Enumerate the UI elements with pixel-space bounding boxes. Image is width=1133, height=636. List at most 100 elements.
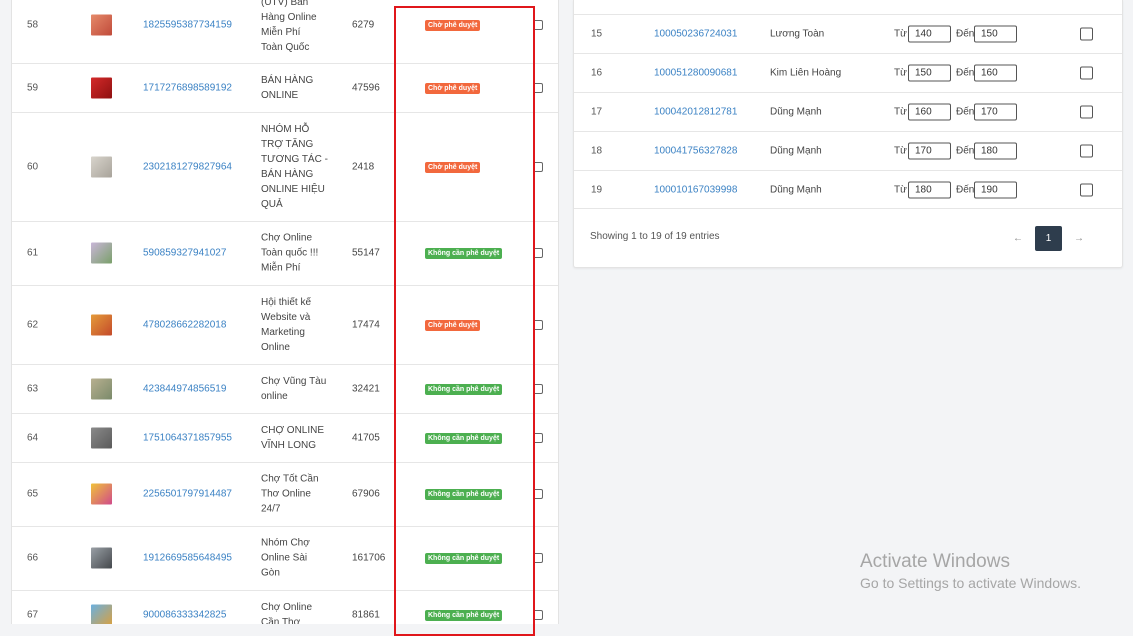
from-input[interactable] bbox=[908, 142, 951, 160]
table-row: 63 423844974856519 Chợ Vũng Tàu online 32421… bbox=[12, 364, 558, 414]
group-id-link[interactable]: 590859327941027 bbox=[143, 248, 226, 259]
table-footer: Showing 1 to 19 of 19 entries ← 1 → bbox=[574, 208, 1122, 267]
row-index: 62 bbox=[27, 319, 39, 330]
group-thumbnail bbox=[91, 314, 112, 335]
group-name-line: Toàn Quốc bbox=[261, 41, 310, 53]
status-cell: Không cần phê duyệt bbox=[425, 609, 503, 621]
group-name: NHÓM HỖ TRỢ TĂNG TƯƠNG TÁC - BÁN HÀNG ONLINE… bbox=[261, 122, 329, 212]
group-id-link[interactable]: 423844974856519 bbox=[143, 383, 226, 394]
group-id-link[interactable]: 478028662282018 bbox=[143, 319, 226, 330]
user-name: Kim Liên Hoàng bbox=[770, 67, 842, 79]
members-table-panel: 15 100050236724031 Lương Toàn Từ Đến 16 100051… bbox=[573, 0, 1123, 268]
row-index: 17 bbox=[591, 106, 603, 118]
status-badge: Chờ phê duyệt bbox=[425, 319, 481, 331]
row-checkbox[interactable] bbox=[533, 489, 543, 499]
row-checkbox[interactable] bbox=[533, 319, 543, 330]
row-checkbox[interactable] bbox=[1080, 27, 1093, 41]
watermark-title: Activate Windows bbox=[860, 551, 1010, 572]
user-id-link[interactable]: 100051280090681 bbox=[654, 68, 737, 79]
user-id-link[interactable]: 100050236724031 bbox=[654, 29, 737, 40]
pagination-page-button[interactable]: 1 bbox=[1035, 226, 1062, 251]
group-name-line: ONLINE bbox=[261, 89, 299, 101]
member-count: 67906 bbox=[352, 488, 380, 500]
to-label: Đến bbox=[956, 106, 975, 118]
from-input[interactable] bbox=[908, 181, 951, 199]
pagination-next-button[interactable]: → bbox=[1066, 233, 1092, 244]
table-row: 61 590859327941027 Chợ Online Toàn quốc !!!… bbox=[12, 221, 558, 286]
status-cell: Chờ phê duyệt bbox=[425, 319, 481, 331]
to-input[interactable] bbox=[974, 25, 1017, 43]
to-input[interactable] bbox=[974, 181, 1017, 199]
group-name-line: Cần Thơ bbox=[261, 616, 301, 625]
to-input[interactable] bbox=[974, 142, 1017, 160]
table-row: 62 478028662282018 Hội thiết kế Website và M… bbox=[12, 285, 558, 365]
pagination-prev-button[interactable]: ← bbox=[1005, 233, 1031, 244]
row-checkbox[interactable] bbox=[533, 248, 543, 258]
group-name-line: (UTV) Bán bbox=[261, 0, 309, 8]
status-cell: Không cần phê duyệt bbox=[425, 432, 503, 444]
group-name-line: Thơ Online bbox=[261, 488, 311, 500]
to-label: Đến bbox=[956, 145, 975, 157]
to-input[interactable] bbox=[974, 64, 1017, 82]
status-badge: Không cần phê duyệt bbox=[425, 383, 503, 395]
row-checkbox[interactable] bbox=[533, 432, 543, 443]
group-id-link[interactable]: 1717276898589192 bbox=[143, 82, 232, 93]
status-cell: Không cần phê duyệt bbox=[425, 383, 503, 395]
group-name-line: CHỢ ONLINE bbox=[261, 424, 325, 436]
from-label: Từ bbox=[894, 145, 907, 157]
group-name-line: Gòn bbox=[261, 567, 280, 579]
user-id-link[interactable]: 100042012812781 bbox=[654, 107, 737, 118]
member-count: 6279 bbox=[352, 19, 375, 30]
group-id-link[interactable]: 2302181279827964 bbox=[143, 161, 232, 172]
status-cell: Chờ phê duyệt bbox=[425, 161, 481, 173]
row-checkbox[interactable] bbox=[533, 383, 543, 394]
row-checkbox[interactable] bbox=[533, 161, 543, 172]
group-id-link[interactable]: 1912669585648495 bbox=[143, 553, 232, 564]
group-name-line: BÁN HÀNG bbox=[261, 74, 314, 86]
from-label: Từ bbox=[894, 184, 907, 196]
group-name-line: Miễn Phí bbox=[261, 26, 301, 38]
status-badge: Không cần phê duyệt bbox=[425, 553, 503, 564]
group-name-line: Marketing bbox=[261, 326, 305, 338]
row-checkbox[interactable] bbox=[533, 553, 543, 563]
status-cell: Chờ phê duyệt bbox=[425, 19, 481, 31]
row-checkbox[interactable] bbox=[533, 609, 543, 620]
row-index: 67 bbox=[27, 609, 39, 620]
row-index: 58 bbox=[27, 19, 39, 30]
to-label: Đến bbox=[956, 28, 975, 40]
table-row: 64 1751064371857955 CHỢ ONLINE VĨNH LONG 417… bbox=[12, 413, 558, 463]
group-id-link[interactable]: 1825595387734159 bbox=[143, 19, 232, 30]
group-name: BÁN HÀNG ONLINE bbox=[261, 73, 329, 103]
table-row: 18 100041756327828 Dũng Mạnh Từ Đến bbox=[574, 131, 1122, 170]
row-checkbox[interactable] bbox=[1080, 66, 1093, 80]
to-input[interactable] bbox=[974, 103, 1017, 121]
group-name-line: VĨNH LONG bbox=[261, 439, 317, 451]
row-checkbox[interactable] bbox=[1080, 183, 1093, 197]
group-id-link[interactable]: 900086333342825 bbox=[143, 609, 226, 620]
from-input[interactable] bbox=[908, 25, 951, 43]
row-checkbox[interactable] bbox=[1080, 144, 1093, 158]
group-name-line: Website và bbox=[261, 311, 311, 323]
group-thumbnail bbox=[91, 14, 112, 35]
user-id-link[interactable]: 100041756327828 bbox=[654, 146, 737, 157]
row-checkbox[interactable] bbox=[1080, 105, 1093, 119]
group-name-line: Nhóm Chợ bbox=[261, 537, 310, 549]
user-id-link[interactable]: 100010167039998 bbox=[654, 185, 737, 196]
groups-table-panel: 58 1825595387734159 (UTV) Bán Hàng Online Mi… bbox=[11, 0, 559, 624]
user-name: Dũng Mạnh bbox=[770, 184, 822, 196]
table-row: 17 100042012812781 Dũng Mạnh Từ Đến bbox=[574, 92, 1122, 131]
status-badge: Chờ phê duyệt bbox=[425, 82, 481, 94]
table-row: 60 2302181279827964 NHÓM HỖ TRỢ TĂNG TƯƠNG T… bbox=[12, 112, 558, 222]
row-checkbox[interactable] bbox=[533, 82, 543, 93]
watermark-subtitle: Go to Settings to activate Windows. bbox=[860, 575, 1081, 591]
group-id-link[interactable]: 1751064371857955 bbox=[143, 432, 232, 443]
entries-info: Showing 1 to 19 of 19 entries bbox=[590, 231, 720, 242]
from-input[interactable] bbox=[908, 64, 951, 82]
table-row: 59 1717276898589192 BÁN HÀNG ONLINE 47596 Chờ… bbox=[12, 63, 558, 113]
from-input[interactable] bbox=[908, 103, 951, 121]
row-checkbox[interactable] bbox=[533, 19, 543, 30]
table-row: 15 100050236724031 Lương Toàn Từ Đến bbox=[574, 14, 1122, 53]
row-index: 15 bbox=[591, 28, 603, 40]
group-name-line: Chợ Online bbox=[261, 601, 313, 613]
group-id-link[interactable]: 2256501797914487 bbox=[143, 489, 232, 500]
